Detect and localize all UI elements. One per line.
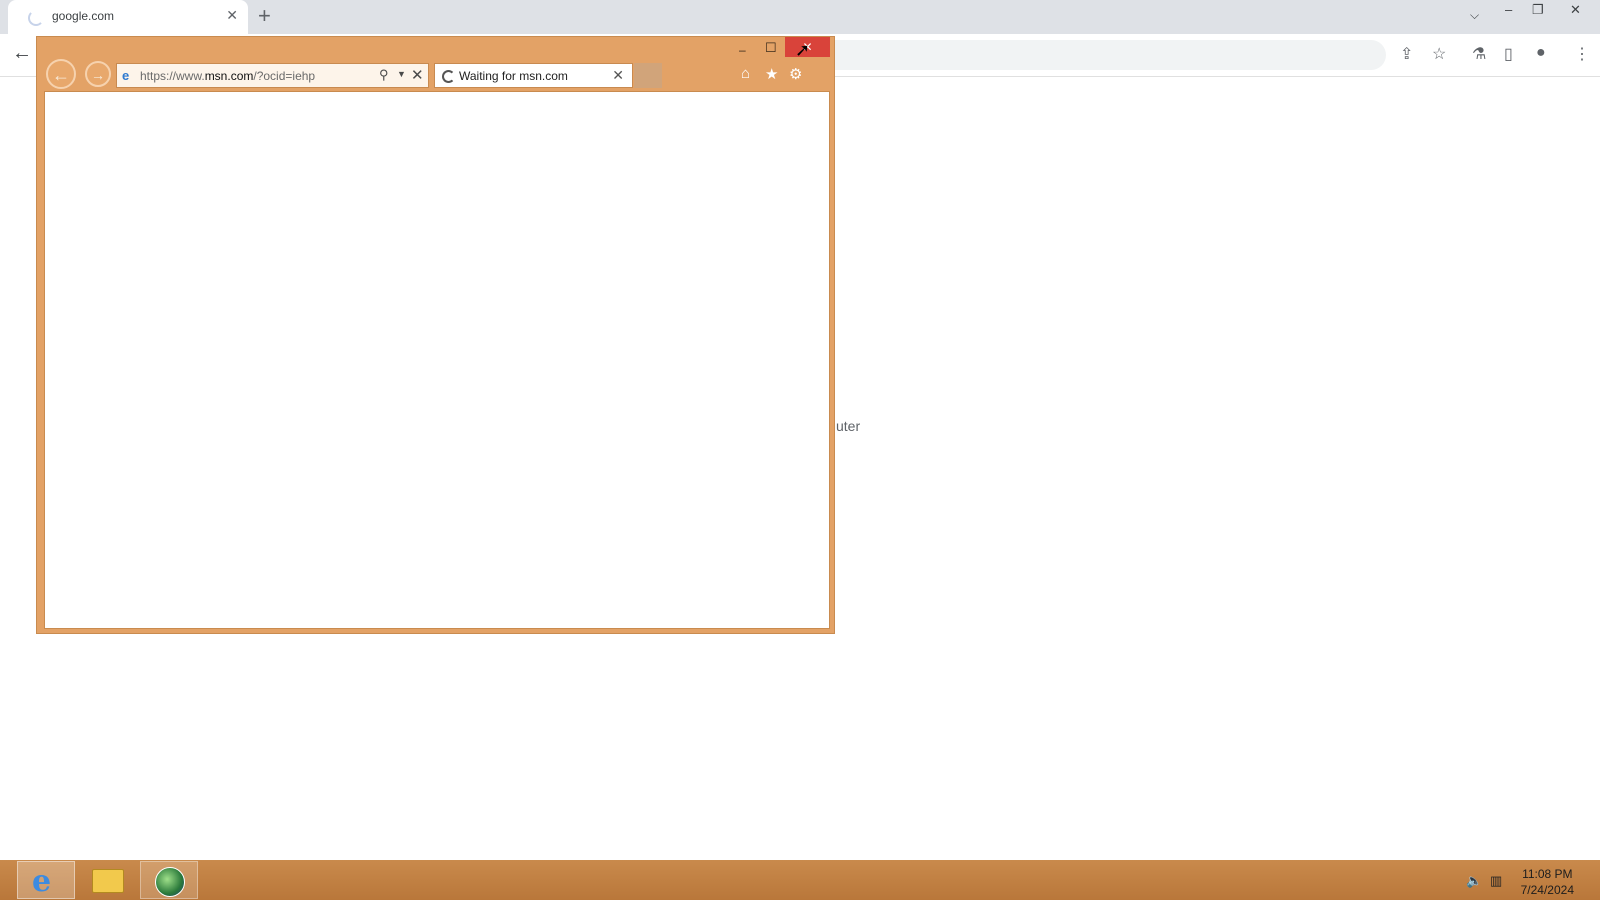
share-icon[interactable]: ⇪: [1400, 44, 1413, 64]
background-page-text: uter: [836, 418, 861, 434]
ie-site-icon: e: [122, 68, 130, 83]
search-icon[interactable]: ⚲: [379, 67, 389, 83]
clock-date: 7/24/2024: [1520, 883, 1574, 897]
close-window-button[interactable]: ✕: [1570, 2, 1581, 18]
ie-minimize-button[interactable]: –: [739, 43, 746, 57]
profile-icon[interactable]: ●: [1536, 44, 1546, 62]
chrome-omnibox[interactable]: [830, 40, 1386, 70]
ie-new-tab-button[interactable]: [634, 63, 662, 88]
loading-spinner-icon: [28, 10, 44, 26]
clock-time: 11:08 PM: [1522, 867, 1573, 881]
ie-tab-msn[interactable]: Waiting for msn.com ✕: [434, 63, 633, 88]
internet-explorer-icon: e: [32, 864, 52, 899]
url-text: https://www.msn.com/?ocid=iehp: [140, 69, 315, 83]
favorites-icon[interactable]: ★: [765, 65, 778, 83]
stop-icon[interactable]: ✕: [411, 66, 424, 84]
dropdown-icon[interactable]: ▼: [397, 69, 406, 79]
network-icon[interactable]: ▥: [1490, 873, 1502, 889]
ie-address-bar[interactable]: e https://www.msn.com/?ocid=iehp ⚲ ▼ ✕: [116, 63, 429, 88]
ie-maximize-button[interactable]: ☐: [765, 40, 777, 56]
settings-gear-icon[interactable]: ⚙: [789, 65, 802, 83]
home-icon[interactable]: ⌂: [741, 65, 750, 82]
taskbar-ie-button[interactable]: e: [17, 861, 75, 899]
loading-spinner-icon: [442, 70, 455, 83]
url-host: msn.com: [204, 69, 254, 83]
minimize-button[interactable]: –: [1505, 2, 1512, 17]
tab-title: google.com: [52, 9, 115, 23]
url-prefix: https://www.: [140, 69, 205, 83]
new-tab-button[interactable]: +: [258, 4, 271, 28]
url-suffix: /?ocid=iehp: [253, 69, 316, 83]
mouse-cursor-icon: ➚: [795, 40, 811, 60]
taskbar: e: [0, 860, 1600, 900]
tab-close-button[interactable]: ✕: [226, 7, 238, 24]
chrome-tab-google[interactable]: google.com ✕: [8, 0, 248, 34]
back-button[interactable]: ←: [12, 42, 32, 65]
ie-back-button[interactable]: ←: [46, 59, 76, 89]
browser-globe-icon: [155, 867, 185, 897]
ie-tab-label: Waiting for msn.com: [459, 69, 568, 83]
taskbar-chrome-button[interactable]: [140, 861, 198, 899]
ie-window: – ☐ ✕ ← → e https://www.msn.com/?ocid=ie…: [36, 36, 835, 634]
system-clock[interactable]: 11:08 PM 7/24/2024: [1521, 866, 1574, 898]
volume-muted-icon[interactable]: 🔈: [1466, 873, 1482, 889]
ie-page-content[interactable]: [44, 91, 830, 629]
side-panel-icon[interactable]: ▯: [1504, 44, 1513, 64]
restore-button[interactable]: ❐: [1532, 2, 1544, 18]
ie-tab-close-button[interactable]: ✕: [612, 67, 624, 84]
taskbar-explorer-button[interactable]: [78, 861, 136, 899]
file-explorer-icon: [92, 869, 124, 893]
menu-kebab-icon[interactable]: ⋮: [1574, 44, 1590, 64]
bookmark-star-icon[interactable]: ☆: [1432, 44, 1446, 64]
ie-forward-button[interactable]: →: [85, 61, 111, 87]
extensions-icon[interactable]: ⚗: [1472, 44, 1486, 64]
tab-search-icon[interactable]: ⌵: [1470, 8, 1479, 23]
chrome-tabstrip: google.com ✕ + ⌵ – ❐ ✕: [0, 0, 1600, 34]
